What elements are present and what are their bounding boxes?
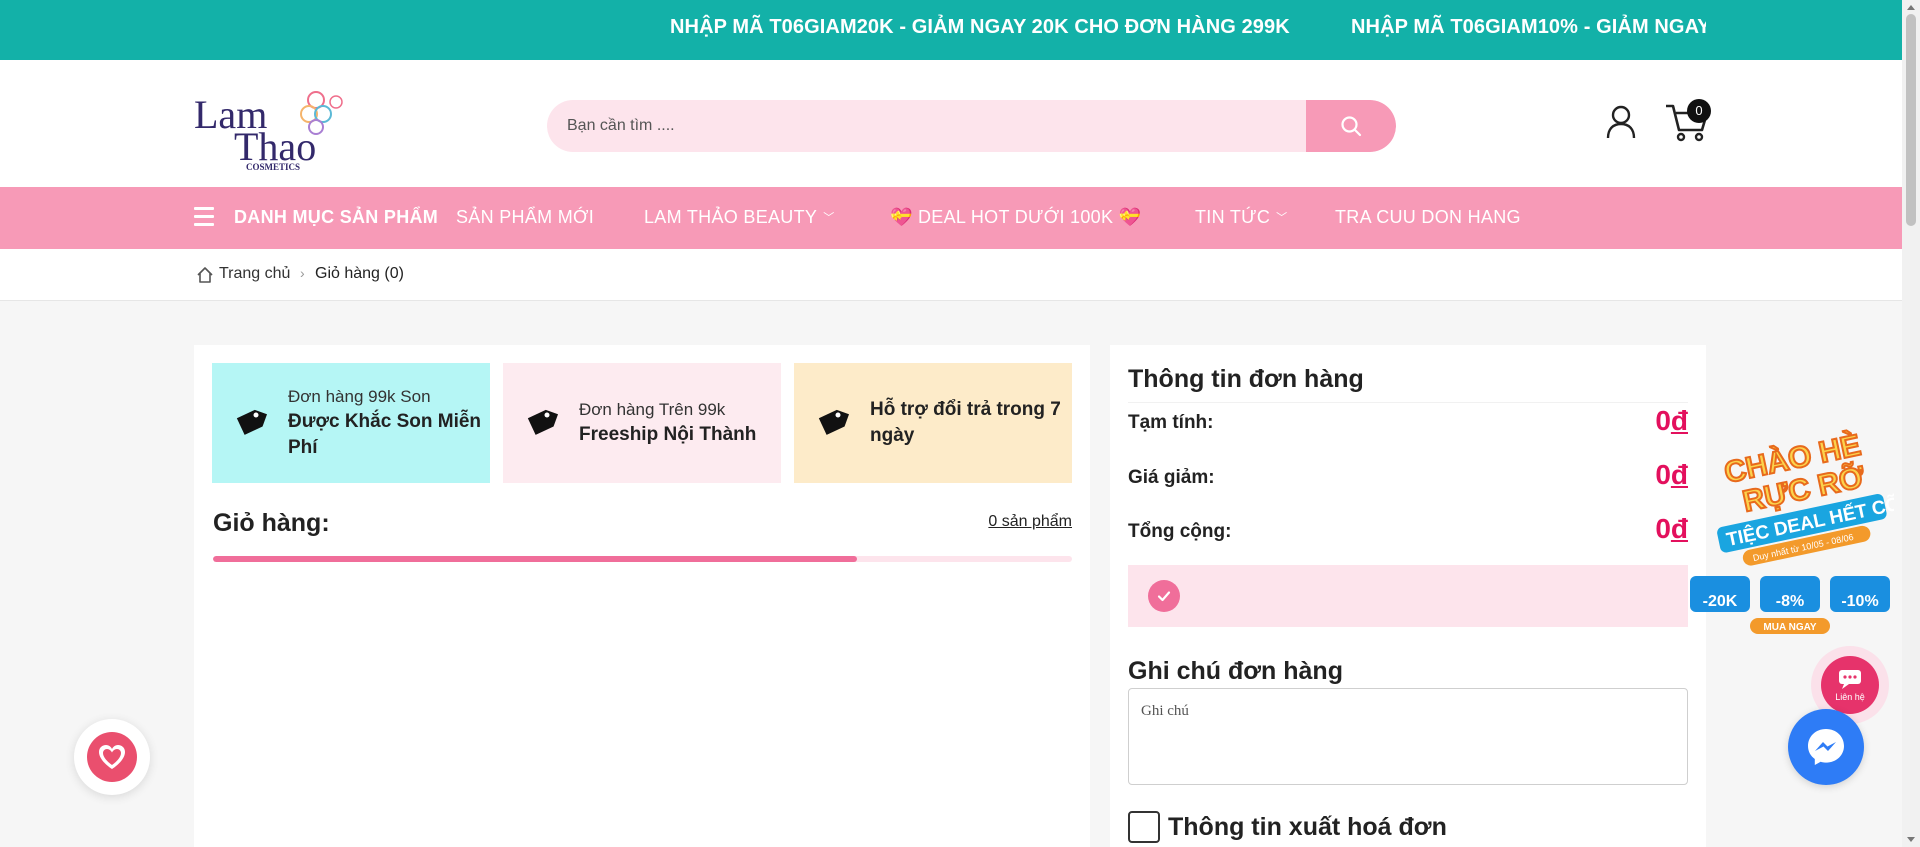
search-button[interactable] xyxy=(1306,100,1396,152)
user-icon xyxy=(1606,105,1636,139)
price-tag-icon xyxy=(527,409,559,435)
freeship-progress-bar xyxy=(213,556,1072,562)
promo-ticker: NHẬP MÃ T06GIAM20K - GIẢM NGAY 20K CHO Đ… xyxy=(194,0,1706,60)
promo-message: NHẬP MÃ T06GIAM20K - GIẢM NGAY 20K CHO Đ… xyxy=(670,16,1290,38)
breadcrumb: Trang chủ › Giỏ hàng (0) xyxy=(0,249,1902,301)
scroll-down-icon[interactable] xyxy=(1906,836,1916,844)
coupon-value: -20K xyxy=(1703,593,1738,610)
cart-item-count[interactable]: 0 sản phẩm xyxy=(988,513,1072,531)
policy-card-freeship: Đơn hàng Trên 99k Freeship Nội Thành xyxy=(503,363,781,483)
nav-item-new-products[interactable]: SẢN PHẨM MỚI xyxy=(456,207,594,228)
invoice-option[interactable]: Thông tin xuất hoá đơn xyxy=(1128,811,1447,843)
page-scrollbar[interactable] xyxy=(1902,0,1920,847)
brand-logo[interactable]: Lam Thao COSMETICS xyxy=(192,80,352,172)
freeship-status-box xyxy=(1128,565,1688,627)
nav-item-label: TIN TỨC xyxy=(1195,207,1271,227)
account-button[interactable] xyxy=(1604,104,1638,140)
scrollbar-thumb[interactable] xyxy=(1906,14,1916,226)
scroll-up-icon[interactable] xyxy=(1906,3,1916,11)
price-tag-icon xyxy=(818,409,850,435)
chat-bubble-icon xyxy=(1839,670,1861,689)
nav-item-lam-thao-beauty[interactable]: LAM THẢO BEAUTY ﹀ xyxy=(644,207,835,228)
coupon-value: -10% xyxy=(1841,593,1878,610)
home-icon xyxy=(197,267,213,283)
promo-message: NHẬP MÃ T06GIAM10% - GIẢM NGAY xyxy=(1351,16,1706,38)
invoice-checkbox[interactable] xyxy=(1128,811,1160,843)
nav-item-categories[interactable]: DANH MỤC SẢN PHẨM xyxy=(234,207,438,228)
total-value: 0đ xyxy=(1655,513,1688,544)
contact-label: Liên hệ xyxy=(1835,692,1865,702)
policy-title: Hỗ trợ đổi trả trong 7 ngày xyxy=(870,399,1061,446)
cart-title: Giỏ hàng: xyxy=(213,509,330,537)
total-label: Tổng cộng: xyxy=(1128,521,1232,542)
invoice-label: Thông tin xuất hoá đơn xyxy=(1168,812,1447,841)
subtotal-value: 0đ xyxy=(1655,405,1688,436)
menu-icon[interactable] xyxy=(194,207,214,229)
nav-item-label: LAM THẢO BEAUTY xyxy=(644,207,818,227)
search-icon xyxy=(1341,116,1362,137)
order-note-input[interactable] xyxy=(1128,688,1688,785)
heart-icon xyxy=(99,745,125,769)
progress-fill xyxy=(213,556,858,562)
order-summary-panel: Thông tin đơn hàng Tạm tính: 0đ Giá giảm… xyxy=(1110,345,1706,847)
logo-text-sub: COSMETICS xyxy=(246,162,300,172)
cart-count-badge: 0 xyxy=(1687,99,1711,123)
nav-item-label: 💝 DEAL HOT DƯỚI 100K 💝 xyxy=(890,207,1142,227)
breadcrumb-home-link[interactable]: Trang chủ xyxy=(219,265,290,283)
divider xyxy=(1128,402,1688,403)
nav-item-label: DANH MỤC SẢN PHẨM xyxy=(234,207,439,227)
policy-title: Freeship Nội Thành xyxy=(579,424,757,445)
policy-title: Được Khắc Son Miễn Phí xyxy=(288,411,482,458)
summer-deal-badge[interactable]: CHÀO HÈ RỰC RỠ TIỆC DEAL HẾT CỠ Duy nhất… xyxy=(1688,420,1904,638)
chevron-down-icon: ﹀ xyxy=(1276,212,1288,224)
order-note-title: Ghi chú đơn hàng xyxy=(1128,657,1343,685)
policy-subtitle: Đơn hàng Trên 99k xyxy=(579,400,726,419)
chevron-down-icon: ﹀ xyxy=(823,212,835,224)
nav-item-label: SẢN PHẨM MỚI xyxy=(456,207,595,227)
order-summary-title: Thông tin đơn hàng xyxy=(1128,365,1364,393)
policy-subtitle: Đơn hàng 99k Son xyxy=(288,387,431,406)
main-nav: DANH MỤC SẢN PHẨM SẢN PHẨM MỚI LAM THẢO … xyxy=(0,187,1902,249)
breadcrumb-current: Giỏ hàng (0) xyxy=(315,265,404,282)
search-bar xyxy=(547,100,1396,152)
coupon-value: -8% xyxy=(1776,593,1804,610)
nav-item-news[interactable]: TIN TỨC ﹀ xyxy=(1195,207,1287,228)
messenger-icon xyxy=(1808,729,1844,765)
search-input[interactable] xyxy=(547,100,1307,152)
messenger-button[interactable] xyxy=(1788,709,1864,785)
breadcrumb-separator-icon: › xyxy=(300,265,305,281)
discount-label: Giá giảm: xyxy=(1128,467,1215,488)
site-header: Lam Thao COSMETICS 0 xyxy=(0,60,1902,187)
nav-item-label: TRA CUU DON HANG xyxy=(1335,207,1521,227)
badge-cta: MUA NGAY xyxy=(1763,622,1816,633)
promo-bar: NHẬP MÃ T06GIAM20K - GIẢM NGAY 20K CHO Đ… xyxy=(0,0,1902,60)
wishlist-button[interactable] xyxy=(74,719,150,795)
policy-card-returns: Hỗ trợ đổi trả trong 7 ngày xyxy=(794,363,1072,483)
nav-item-deal-hot[interactable]: 💝 DEAL HOT DƯỚI 100K 💝 xyxy=(890,207,1141,228)
discount-value: 0đ xyxy=(1655,459,1688,490)
price-tag-icon xyxy=(236,409,268,435)
cart-panel: Đơn hàng 99k Son Được Khắc Son Miễn Phí … xyxy=(194,345,1090,847)
nav-item-order-lookup[interactable]: TRA CUU DON HANG xyxy=(1335,207,1521,228)
subtotal-label: Tạm tính: xyxy=(1128,412,1214,433)
policy-card-engraving: Đơn hàng 99k Son Được Khắc Son Miễn Phí xyxy=(212,363,490,483)
check-circle-icon xyxy=(1148,580,1180,612)
